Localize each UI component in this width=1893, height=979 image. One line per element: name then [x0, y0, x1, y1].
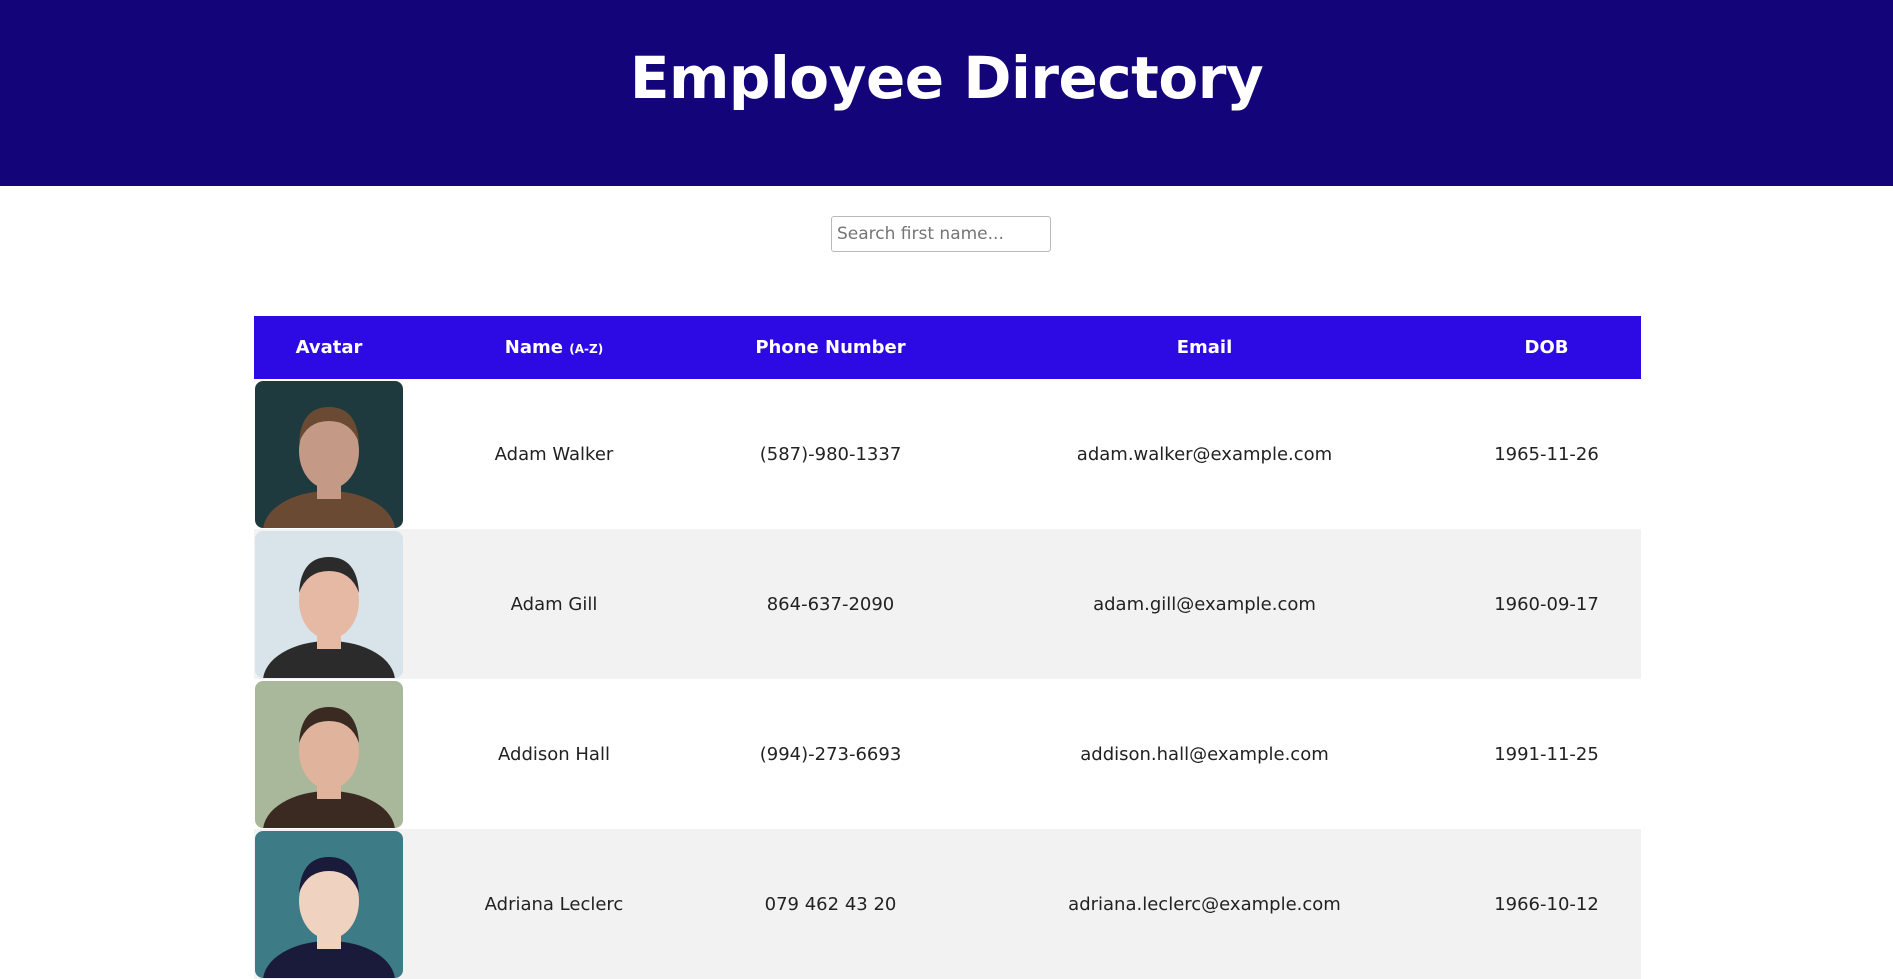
search-container [831, 216, 1051, 252]
table-row: Adam Gill 864-637-2090 adam.gill@example… [254, 529, 1641, 679]
avatar [255, 531, 403, 678]
employee-dob: 1960-09-17 [1494, 593, 1599, 615]
employee-email: addison.hall@example.com [1080, 743, 1329, 765]
employee-name: Addison Hall [498, 743, 610, 765]
page-title: Employee Directory [629, 44, 1264, 112]
avatar-cell [254, 679, 404, 829]
employee-dob: 1965-11-26 [1494, 443, 1599, 465]
column-header-name-label: Name [504, 337, 563, 358]
column-header-email-label: Email [1176, 337, 1233, 358]
avatar [255, 681, 403, 828]
employee-name: Adam Gill [510, 593, 598, 615]
employee-phone: 079 462 43 20 [764, 893, 897, 915]
column-header-email: Email [957, 316, 1452, 379]
avatar-cell [254, 829, 404, 979]
employee-name: Adriana Leclerc [484, 893, 624, 915]
employee-phone: (587)-980-1337 [759, 443, 902, 465]
avatar [255, 831, 403, 978]
column-header-dob-label: DOB [1524, 337, 1569, 358]
table-header-row: Avatar Name (A-Z) Phone Number Email DOB [254, 316, 1641, 379]
avatar [255, 381, 403, 528]
column-header-avatar: Avatar [254, 316, 404, 379]
table-row: Adam Walker (587)-980-1337 adam.walker@e… [254, 379, 1641, 529]
column-header-phone-label: Phone Number [755, 337, 906, 358]
employee-phone: (994)-273-6693 [759, 743, 902, 765]
employee-table: Avatar Name (A-Z) Phone Number Email DOB… [254, 316, 1641, 979]
employee-email: adriana.leclerc@example.com [1068, 893, 1341, 915]
table-row: Adriana Leclerc 079 462 43 20 adriana.le… [254, 829, 1641, 979]
table-row: Addison Hall (994)-273-6693 addison.hall… [254, 679, 1641, 829]
employee-dob: 1991-11-25 [1494, 743, 1599, 765]
column-header-name[interactable]: Name (A-Z) [404, 316, 704, 379]
avatar-cell [254, 529, 404, 679]
employee-table-container: Avatar Name (A-Z) Phone Number Email DOB… [254, 316, 1641, 979]
employee-name: Adam Walker [494, 443, 614, 465]
column-header-phone: Phone Number [704, 316, 957, 379]
employee-email: adam.walker@example.com [1076, 443, 1333, 465]
avatar-cell [254, 379, 404, 529]
search-input[interactable] [831, 216, 1051, 252]
sort-hint: (A-Z) [569, 342, 604, 356]
employee-email: adam.gill@example.com [1093, 593, 1316, 615]
column-header-dob: DOB [1452, 316, 1641, 379]
page-header: Employee Directory [0, 0, 1893, 186]
column-header-avatar-label: Avatar [295, 337, 363, 358]
employee-phone: 864-637-2090 [766, 593, 895, 615]
employee-dob: 1966-10-12 [1494, 893, 1599, 915]
